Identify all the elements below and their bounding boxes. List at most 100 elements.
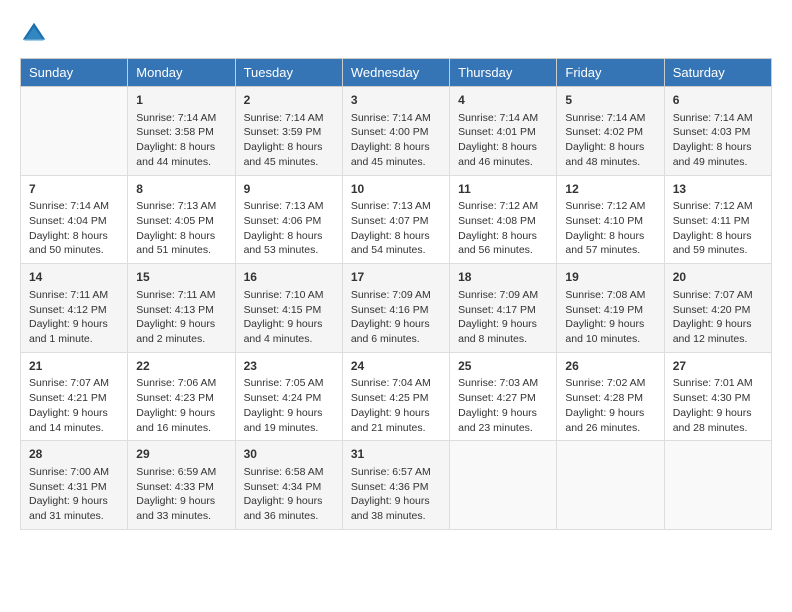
cell-text-line: Daylight: 8 hours [458, 230, 537, 242]
cell-text-line: and 10 minutes. [565, 333, 640, 345]
cell-text-line: Sunrise: 6:58 AM [244, 466, 324, 478]
cell-text-line: and 38 minutes. [351, 510, 426, 522]
cell-text-line: Sunrise: 7:12 AM [458, 200, 538, 212]
calendar-cell: 3Sunrise: 7:14 AMSunset: 4:00 PMDaylight… [342, 87, 449, 176]
cell-text-line: Daylight: 9 hours [458, 318, 537, 330]
calendar-cell: 9Sunrise: 7:13 AMSunset: 4:06 PMDaylight… [235, 175, 342, 264]
cell-text-line: and 28 minutes. [673, 422, 748, 434]
cell-text-line: Sunset: 3:58 PM [136, 126, 214, 138]
day-number: 4 [458, 92, 548, 109]
cell-text-line: and 4 minutes. [244, 333, 313, 345]
days-of-week-row: SundayMondayTuesdayWednesdayThursdayFrid… [21, 59, 772, 87]
day-number: 14 [29, 269, 119, 286]
cell-text-line: Daylight: 8 hours [673, 141, 752, 153]
day-number: 12 [565, 181, 655, 198]
cell-text-line: and 46 minutes. [458, 156, 533, 168]
calendar-cell: 1Sunrise: 7:14 AMSunset: 3:58 PMDaylight… [128, 87, 235, 176]
calendar-cell: 5Sunrise: 7:14 AMSunset: 4:02 PMDaylight… [557, 87, 664, 176]
day-number: 27 [673, 358, 763, 375]
calendar-cell [557, 441, 664, 530]
cell-text-line: Daylight: 8 hours [29, 230, 108, 242]
day-number: 3 [351, 92, 441, 109]
calendar-cell: 17Sunrise: 7:09 AMSunset: 4:16 PMDayligh… [342, 264, 449, 353]
cell-text-line: Sunset: 4:27 PM [458, 392, 536, 404]
cell-text-line: Sunrise: 7:13 AM [351, 200, 431, 212]
cell-text-line: and 36 minutes. [244, 510, 319, 522]
cell-text-line: Daylight: 8 hours [458, 141, 537, 153]
day-number: 8 [136, 181, 226, 198]
cell-text-line: Sunset: 4:30 PM [673, 392, 751, 404]
calendar-cell: 13Sunrise: 7:12 AMSunset: 4:11 PMDayligh… [664, 175, 771, 264]
cell-text-line: Daylight: 9 hours [29, 495, 108, 507]
cell-text-line: Daylight: 8 hours [565, 230, 644, 242]
calendar-table: SundayMondayTuesdayWednesdayThursdayFrid… [20, 58, 772, 530]
week-row-1: 1Sunrise: 7:14 AMSunset: 3:58 PMDaylight… [21, 87, 772, 176]
calendar-cell: 22Sunrise: 7:06 AMSunset: 4:23 PMDayligh… [128, 352, 235, 441]
cell-text-line: Sunrise: 7:11 AM [136, 289, 215, 301]
cell-text-line: Sunset: 4:23 PM [136, 392, 214, 404]
day-number: 24 [351, 358, 441, 375]
day-number: 28 [29, 446, 119, 463]
cell-text-line: and 19 minutes. [244, 422, 319, 434]
cell-text-line: and 53 minutes. [244, 244, 319, 256]
cell-text-line: Sunset: 4:36 PM [351, 481, 429, 493]
cell-text-line: Sunrise: 7:14 AM [29, 200, 109, 212]
week-row-3: 14 Sunrise: 7:11 AM Sunset: 4:12 PM Dayligh… [21, 264, 772, 353]
cell-text-line: and 23 minutes. [458, 422, 533, 434]
cell-text-line: Sunset: 4:08 PM [458, 215, 536, 227]
day-number: 30 [244, 446, 334, 463]
cell-text-line: Daylight: 8 hours [244, 230, 323, 242]
day-header-sunday: Sunday [21, 59, 128, 87]
day-header-friday: Friday [557, 59, 664, 87]
day-number: 10 [351, 181, 441, 198]
day-number: 26 [565, 358, 655, 375]
calendar-cell: 28Sunrise: 7:00 AMSunset: 4:31 PMDayligh… [21, 441, 128, 530]
day-header-saturday: Saturday [664, 59, 771, 87]
day-number: 6 [673, 92, 763, 109]
cell-text-line: Sunrise: 7:14 AM [244, 112, 324, 124]
cell-text-line: and 56 minutes. [458, 244, 533, 256]
cell-text-line: Sunrise: 7:12 AM [673, 200, 753, 212]
cell-text-line: Sunset: 4:12 PM [29, 304, 107, 316]
day-number: 15 [136, 269, 226, 286]
calendar-cell: 19Sunrise: 7:08 AMSunset: 4:19 PMDayligh… [557, 264, 664, 353]
cell-text-line: Daylight: 8 hours [565, 141, 644, 153]
cell-text-line: Daylight: 9 hours [565, 407, 644, 419]
day-number: 16 [244, 269, 334, 286]
cell-text-line: Daylight: 8 hours [244, 141, 323, 153]
calendar-cell: 4Sunrise: 7:14 AMSunset: 4:01 PMDaylight… [450, 87, 557, 176]
calendar-header: SundayMondayTuesdayWednesdayThursdayFrid… [21, 59, 772, 87]
cell-text-line: Daylight: 9 hours [244, 318, 323, 330]
cell-text-line: Daylight: 8 hours [351, 141, 430, 153]
cell-text-line: Sunset: 4:24 PM [244, 392, 322, 404]
cell-text-line: and 12 minutes. [673, 333, 748, 345]
cell-text-line: Sunrise: 7:14 AM [136, 112, 216, 124]
day-number: 21 [29, 358, 119, 375]
day-number: 7 [29, 181, 119, 198]
day-number: 22 [136, 358, 226, 375]
week-row-4: 21Sunrise: 7:07 AMSunset: 4:21 PMDayligh… [21, 352, 772, 441]
cell-text-line: Sunset: 4:06 PM [244, 215, 322, 227]
cell-text-line: Daylight: 9 hours [351, 318, 430, 330]
cell-text-line: and 33 minutes. [136, 510, 211, 522]
cell-text-line: and 31 minutes. [29, 510, 104, 522]
cell-text-line: Daylight: 9 hours [29, 318, 108, 330]
calendar-cell [664, 441, 771, 530]
cell-text-line: and 26 minutes. [565, 422, 640, 434]
cell-text-line: Sunset: 4:21 PM [29, 392, 107, 404]
calendar-cell: 12Sunrise: 7:12 AMSunset: 4:10 PMDayligh… [557, 175, 664, 264]
cell-text-line: Sunrise: 7:12 AM [565, 200, 645, 212]
day-header-monday: Monday [128, 59, 235, 87]
calendar-cell: 24Sunrise: 7:04 AMSunset: 4:25 PMDayligh… [342, 352, 449, 441]
calendar-cell: 14Sunrise: 7:11 AMSunset: 4:12 PMDayligh… [21, 264, 128, 353]
logo [20, 20, 52, 48]
cell-text-line: Sunrise: 7:13 AM [136, 200, 216, 212]
day-number: 25 [458, 358, 548, 375]
cell-text-line: and 45 minutes. [244, 156, 319, 168]
logo-icon [20, 20, 48, 48]
calendar-body: 1Sunrise: 7:14 AMSunset: 3:58 PMDaylight… [21, 87, 772, 530]
calendar-cell: 16Sunrise: 7:10 AMSunset: 4:15 PMDayligh… [235, 264, 342, 353]
cell-text-line: Daylight: 8 hours [136, 141, 215, 153]
cell-text-line: and 54 minutes. [351, 244, 426, 256]
calendar-cell [21, 87, 128, 176]
